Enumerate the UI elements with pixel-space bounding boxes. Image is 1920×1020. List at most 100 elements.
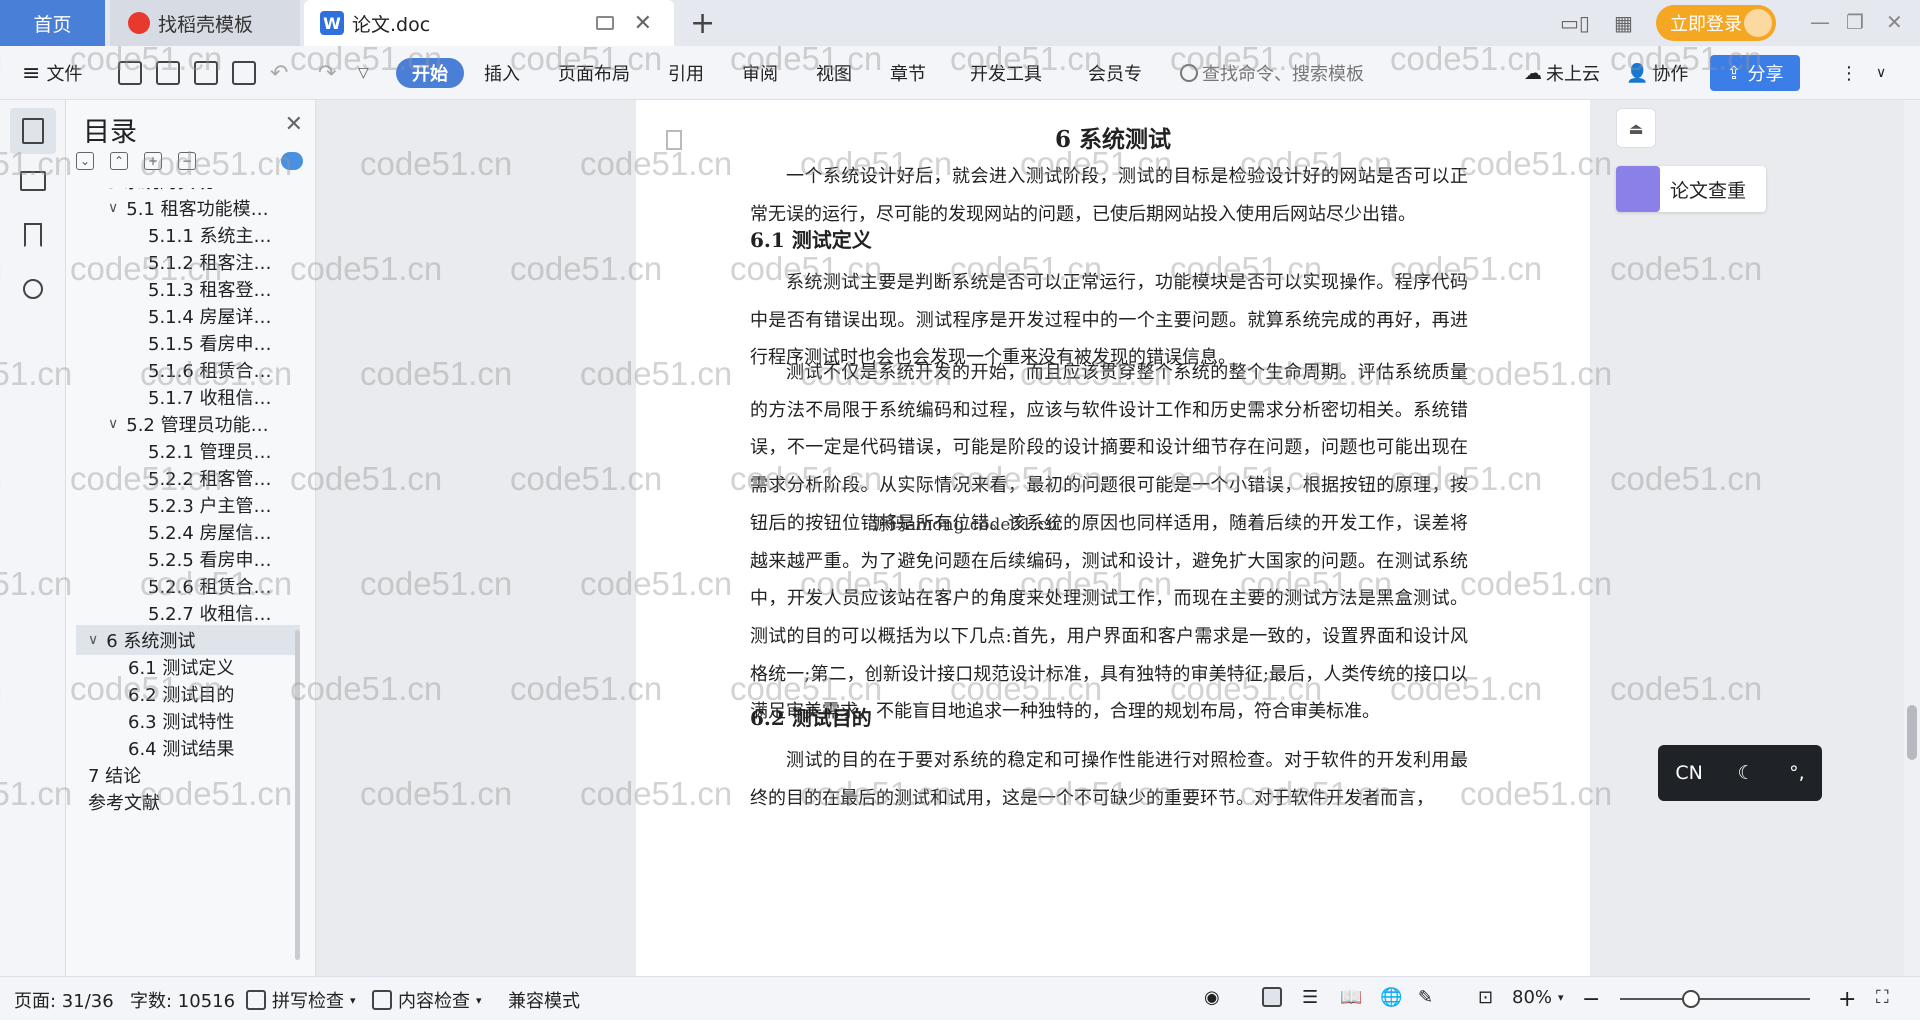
toc-item[interactable]: 5.1.2 租客注… <box>148 247 272 277</box>
login-button[interactable]: 立即登录 <box>1656 5 1776 41</box>
paragraph[interactable]: 一个系统设计好后，就会进入测试阶段，测试的目标是检验设计好的网站是否可以正常无误… <box>750 158 1468 233</box>
navigation-button[interactable] <box>10 158 56 204</box>
chevron-down-icon[interactable]: ∨ <box>108 416 118 432</box>
layout-icon[interactable]: ▭▯ <box>1560 8 1590 38</box>
toc-item[interactable]: 5.1.3 租客登… <box>148 274 272 304</box>
paragraph[interactable]: 测试不仅是系统开发的开始，而且应该贯穿整个系统的整个生命周期。评估系统质量的方法… <box>750 354 1468 731</box>
tab-reference[interactable]: 引用 <box>668 58 704 88</box>
collab-button[interactable]: 👤 协作 <box>1626 58 1688 88</box>
tab-document[interactable]: W 论文.doc ✕ <box>304 0 674 46</box>
minimize-icon[interactable]: — <box>1810 10 1830 34</box>
reading-view-icon[interactable]: 📖 <box>1340 987 1362 1008</box>
page-view-icon[interactable] <box>1262 987 1282 1007</box>
toc-item[interactable]: 参考文献 <box>88 787 160 817</box>
eye-protect-icon[interactable]: ◉ <box>1204 987 1220 1008</box>
toc-toggle-button[interactable] <box>10 108 56 154</box>
toc-item[interactable]: 6.4 测试结果 <box>128 733 234 763</box>
toc-item[interactable]: 5.1.6 租赁合… <box>148 355 272 385</box>
spell-check-button[interactable]: 拼写检查 ▾ <box>246 987 356 1013</box>
fullscreen-icon[interactable]: ⛶ <box>1876 987 1889 1008</box>
quick-access-dropdown[interactable]: ▽ <box>358 58 369 88</box>
restore-icon[interactable]: ❐ <box>1846 10 1864 34</box>
paragraph[interactable]: 测试的目的在于要对系统的稳定和可操作性能进行对照检查。对于软件的开发利用最终的目… <box>750 742 1468 817</box>
close-window-icon[interactable]: ✕ <box>1886 10 1903 34</box>
toc-item[interactable]: ∨ 5.2 管理员功能… <box>108 409 269 439</box>
side-panel-collapse-button[interactable]: ⏏ <box>1616 108 1656 148</box>
ai-assist-icon[interactable] <box>281 152 303 170</box>
new-tab-button[interactable]: + <box>690 6 715 41</box>
tab-template[interactable]: 找稻壳模板 <box>110 0 300 46</box>
screen-icon[interactable] <box>596 16 614 30</box>
command-search[interactable]: 查找命令、搜索模板 <box>1180 58 1364 88</box>
tab-layout[interactable]: 页面布局 <box>558 58 630 88</box>
collapse-all-icon[interactable]: ⌃ <box>110 152 128 170</box>
redo-button[interactable]: ↷ <box>318 58 336 88</box>
undo-button[interactable]: ↶ <box>270 58 288 88</box>
toc-item[interactable]: 5.2.7 收租信… <box>148 598 272 628</box>
export-button[interactable] <box>156 58 180 88</box>
vertical-scrollbar[interactable] <box>1904 100 1920 976</box>
share-button[interactable]: ⇪ 分享 <box>1710 55 1800 91</box>
content-check-button[interactable]: 内容检查 ▾ <box>372 987 482 1013</box>
grid-icon[interactable]: ▦ <box>1614 8 1633 38</box>
word-count[interactable]: 字数: 10516 <box>130 987 235 1013</box>
tab-insert[interactable]: 插入 <box>484 58 520 88</box>
collapse-ribbon-icon[interactable]: ∨ <box>1876 58 1886 88</box>
more-icon[interactable]: ⋮ <box>1840 58 1858 88</box>
toc-item[interactable]: 5.1.7 收租信… <box>148 382 272 412</box>
print-button[interactable] <box>194 58 218 88</box>
fit-page-icon[interactable]: ⊡ <box>1478 987 1493 1008</box>
ime-moon-icon[interactable]: ☾ <box>1737 762 1754 784</box>
chevron-down-icon[interactable]: ∨ <box>88 188 98 189</box>
tab-devtools[interactable]: 开发工具 <box>970 58 1042 88</box>
toc-item[interactable]: 6.1 测试定义 <box>128 652 234 682</box>
toc-item[interactable]: 5.1.4 房屋详… <box>148 301 272 331</box>
find-button[interactable] <box>10 266 56 312</box>
bookmark-button[interactable] <box>10 212 56 258</box>
section-heading-6-1[interactable]: 6.1 测试定义 <box>750 224 872 253</box>
add-heading-icon[interactable]: + <box>144 152 162 170</box>
toc-item[interactable]: 5.2.3 户主管… <box>148 490 272 520</box>
chevron-down-icon[interactable]: ∨ <box>88 632 98 648</box>
file-menu[interactable]: ≡ 文件 <box>22 58 82 88</box>
chapter-title[interactable]: 6 系统测试 <box>636 120 1590 154</box>
page-indicator[interactable]: 页面: 31/36 <box>14 987 114 1013</box>
outline-view-icon[interactable]: ☰ <box>1302 987 1318 1008</box>
section-heading-6-2[interactable]: 6.2 测试目的 <box>750 702 872 731</box>
zoom-out-button[interactable]: − <box>1582 987 1600 1012</box>
toc-item[interactable]: 5.2.6 租赁合… <box>148 571 272 601</box>
toc-item[interactable]: 6.3 测试特性 <box>128 706 234 736</box>
ime-toolbar[interactable]: CN ☾ °, <box>1658 745 1822 801</box>
save-button[interactable] <box>118 58 142 88</box>
scrollbar-thumb[interactable] <box>1907 705 1917 760</box>
tab-start[interactable]: 开始 <box>396 58 464 88</box>
zoom-in-button[interactable]: + <box>1838 987 1856 1012</box>
tab-review[interactable]: 审阅 <box>742 58 778 88</box>
toc-item[interactable]: 5.1.1 系统主… <box>148 220 272 250</box>
toc-item[interactable]: 7 结论 <box>88 760 141 790</box>
cloud-status[interactable]: ☁ 未上云 <box>1524 58 1600 88</box>
zoom-slider-knob[interactable] <box>1682 990 1700 1008</box>
toc-item[interactable]: 5.2.1 管理员… <box>148 436 272 466</box>
tab-view[interactable]: 视图 <box>816 58 852 88</box>
toc-item[interactable]: ∨ 6 系统测试 <box>76 625 300 655</box>
remove-heading-icon[interactable]: − <box>178 152 196 170</box>
zoom-level[interactable]: 80% ▾ <box>1512 987 1564 1008</box>
zoom-slider-track[interactable] <box>1620 998 1810 1000</box>
expand-all-icon[interactable]: ⌄ <box>76 152 94 170</box>
plagiarism-check-button[interactable]: 论文查重 <box>1616 166 1766 212</box>
toc-item[interactable]: 5.2.2 租客管… <box>148 463 272 493</box>
toc-item[interactable]: ∨ 5.1 租客功能模… <box>108 193 269 223</box>
preview-button[interactable] <box>232 58 256 88</box>
toc-item[interactable]: 5.2.5 看房申… <box>148 544 272 574</box>
toc-item[interactable]: 6.2 测试目的 <box>128 679 234 709</box>
tab-home[interactable]: 首页 <box>0 0 105 46</box>
close-tab-icon[interactable]: ✕ <box>634 11 652 36</box>
toc-scrollbar[interactable] <box>295 630 300 960</box>
toc-item[interactable]: 5.2.4 房屋信… <box>148 517 272 547</box>
close-toc-icon[interactable]: ✕ <box>285 112 303 137</box>
tab-chapter[interactable]: 章节 <box>890 58 926 88</box>
chevron-down-icon[interactable]: ∨ <box>108 200 118 216</box>
tab-member[interactable]: 会员专 <box>1088 58 1142 88</box>
ime-punct-icon[interactable]: °, <box>1789 762 1805 784</box>
